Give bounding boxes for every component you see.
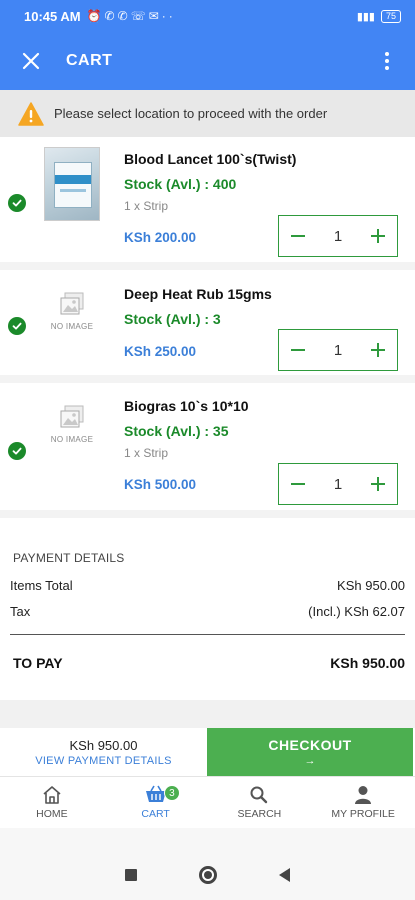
pack-size: 1 x Strip: [124, 199, 169, 213]
selected-check-icon[interactable]: [8, 442, 26, 460]
product-image[interactable]: [44, 147, 100, 221]
more-options-icon[interactable]: [377, 46, 397, 76]
page-title: CART: [66, 52, 113, 69]
product-name[interactable]: Deep Heat Rub 15gms: [124, 286, 272, 302]
arrow-right-icon: →: [304, 755, 316, 767]
warning-icon: [18, 101, 44, 126]
items-total-row: Items Total KSh 950.00: [10, 578, 405, 593]
nav-home-label: HOME: [36, 808, 68, 820]
signal-icon: ▮▮▮: [356, 10, 375, 23]
plus-icon[interactable]: [367, 339, 389, 361]
selected-check-icon[interactable]: [8, 194, 26, 212]
image-placeholder-icon: [60, 405, 84, 428]
quantity-value[interactable]: 1: [334, 228, 342, 245]
payment-details-title: PAYMENT DETAILS: [13, 551, 125, 565]
battery-icon: 75: [380, 9, 401, 23]
back-icon[interactable]: [279, 868, 290, 882]
cart-item: NO IMAGE Deep Heat Rub 15gms Stock (Avl.…: [0, 270, 415, 383]
pack-size: 1 x Strip: [124, 446, 169, 460]
tax-value: (Incl.) KSh 62.07: [308, 604, 405, 619]
system-navigation-bar: [0, 850, 415, 900]
nav-profile[interactable]: MY PROFILE: [311, 777, 415, 828]
to-pay-label: TO PAY: [13, 655, 63, 671]
order-summary: KSh 950.00 VIEW PAYMENT DETAILS: [0, 728, 207, 776]
cart-item: NO IMAGE Biogras 10`s 10*10 Stock (Avl.)…: [0, 383, 415, 518]
home-button-icon[interactable]: [199, 866, 217, 884]
cart-item-list: Blood Lancet 100`s(Twist) Stock (Avl.) :…: [0, 137, 415, 518]
nav-cart[interactable]: 3 CART: [104, 777, 208, 828]
to-pay-value: KSh 950.00: [330, 655, 405, 671]
section-gap: [0, 700, 415, 728]
view-payment-details-link[interactable]: VIEW PAYMENT DETAILS: [35, 755, 172, 767]
checkout-label: CHECKOUT: [268, 737, 352, 753]
product-price: KSh 500.00: [124, 477, 197, 492]
status-bar: 10:45 AM ⏰✆✆☏✉·· ▮▮▮ 75: [0, 0, 415, 32]
no-image-label: NO IMAGE: [50, 322, 94, 331]
system-nav-gap: [0, 828, 415, 850]
stock-available: Stock (Avl.) : 3: [124, 311, 221, 327]
status-right: ▮▮▮ 75: [356, 9, 401, 23]
nav-search[interactable]: SEARCH: [208, 777, 312, 828]
product-price: KSh 200.00: [124, 230, 197, 245]
product-image-placeholder[interactable]: NO IMAGE: [44, 280, 100, 354]
product-name[interactable]: Biogras 10`s 10*10: [124, 398, 249, 414]
quantity-value[interactable]: 1: [334, 342, 342, 359]
quantity-stepper: 1: [278, 463, 398, 505]
nav-search-label: SEARCH: [237, 808, 282, 820]
recent-apps-icon[interactable]: [125, 869, 137, 881]
product-image-placeholder[interactable]: NO IMAGE: [44, 393, 100, 467]
items-total-value: KSh 950.00: [337, 578, 405, 593]
summary-total: KSh 950.00: [69, 737, 138, 753]
close-icon[interactable]: [22, 41, 62, 81]
quantity-value[interactable]: 1: [334, 476, 342, 493]
payment-details: PAYMENT DETAILS Items Total KSh 950.00 T…: [0, 535, 415, 671]
nav-profile-label: MY PROFILE: [331, 808, 395, 820]
search-icon: [250, 786, 268, 804]
payment-divider: [10, 634, 405, 635]
warning-text: Please select location to proceed with t…: [54, 106, 328, 121]
profile-icon: [355, 786, 372, 804]
items-total-label: Items Total: [10, 578, 73, 593]
image-placeholder-icon: [60, 292, 84, 315]
cart-item: Blood Lancet 100`s(Twist) Stock (Avl.) :…: [0, 137, 415, 270]
plus-icon[interactable]: [367, 473, 389, 495]
checkout-button[interactable]: CHECKOUT →: [207, 728, 413, 776]
bottom-navigation: HOME 3 CART SEARCH MY PROFILE: [0, 776, 415, 828]
stock-available: Stock (Avl.) : 35: [124, 423, 229, 439]
nav-home[interactable]: HOME: [0, 777, 104, 828]
plus-icon[interactable]: [367, 225, 389, 247]
nav-cart-label: CART: [141, 808, 170, 820]
quantity-stepper: 1: [278, 329, 398, 371]
product-price: KSh 250.00: [124, 344, 197, 359]
location-warning-banner[interactable]: Please select location to proceed with t…: [0, 90, 415, 137]
tax-label: Tax: [10, 604, 31, 619]
home-icon: [43, 786, 61, 804]
quantity-stepper: 1: [278, 215, 398, 257]
minus-icon[interactable]: [287, 473, 309, 495]
notification-icons: ⏰✆✆☏✉··: [86, 9, 176, 23]
status-time: 10:45 AM: [24, 8, 81, 24]
to-pay-row: TO PAY KSh 950.00: [10, 655, 405, 671]
minus-icon[interactable]: [287, 339, 309, 361]
stock-available: Stock (Avl.) : 400: [124, 176, 237, 192]
minus-icon[interactable]: [287, 225, 309, 247]
selected-check-icon[interactable]: [8, 317, 26, 335]
tax-row: Tax (Incl.) KSh 62.07: [10, 604, 405, 619]
product-name[interactable]: Blood Lancet 100`s(Twist): [124, 151, 296, 167]
checkout-bar: KSh 950.00 VIEW PAYMENT DETAILS CHECKOUT…: [0, 728, 415, 776]
cart-count-badge: 3: [163, 785, 180, 801]
app-bar: CART: [0, 32, 415, 90]
no-image-label: NO IMAGE: [50, 435, 94, 444]
